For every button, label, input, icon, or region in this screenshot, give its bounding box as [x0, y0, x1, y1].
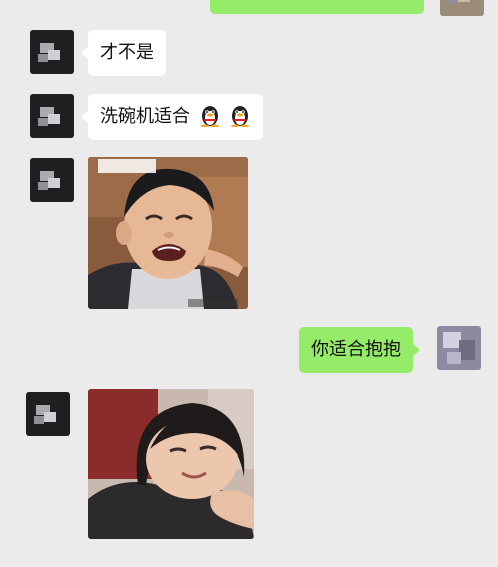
penguin-emoji-icon: [231, 106, 250, 127]
smiling-child-image: [88, 389, 254, 539]
self-avatar[interactable]: [437, 326, 481, 370]
avatar-pixel: [459, 340, 475, 360]
avatar-pixel: [447, 352, 461, 364]
smiling-child-photo[interactable]: [88, 389, 254, 539]
avatar-pixel: [34, 416, 44, 424]
penguin-emoji-icon: [200, 106, 219, 127]
avatar-pixel: [38, 118, 48, 126]
crying-child-image: [88, 157, 248, 309]
contact-avatar[interactable]: [30, 30, 74, 74]
chat-window[interactable]: 才不是 洗碗机适合 你适合抱抱: [0, 0, 498, 567]
contact-avatar[interactable]: [30, 158, 74, 202]
outgoing-message-bubble[interactable]: 你适合抱抱: [299, 327, 420, 373]
avatar-pixel: [48, 178, 60, 188]
message-text: 洗碗机适合: [100, 106, 190, 127]
message-text: 你适合抱抱: [311, 339, 401, 360]
message-text: 才不是: [100, 42, 154, 63]
self-avatar[interactable]: [440, 0, 484, 16]
avatar-pixel: [38, 54, 48, 62]
avatar-pixel: [44, 412, 56, 422]
avatar-pixel: [38, 182, 48, 190]
avatar-pixel: [458, 0, 470, 2]
incoming-message-bubble[interactable]: 才不是: [81, 30, 166, 76]
contact-avatar[interactable]: [30, 94, 74, 138]
avatar-pixel: [448, 0, 458, 4]
contact-avatar[interactable]: [26, 392, 70, 436]
crying-child-photo[interactable]: [88, 157, 248, 309]
outgoing-message-bubble-cut[interactable]: [210, 0, 424, 14]
incoming-message-bubble[interactable]: 洗碗机适合: [80, 94, 264, 140]
avatar-pixel: [48, 114, 60, 124]
avatar-pixel: [48, 50, 60, 60]
